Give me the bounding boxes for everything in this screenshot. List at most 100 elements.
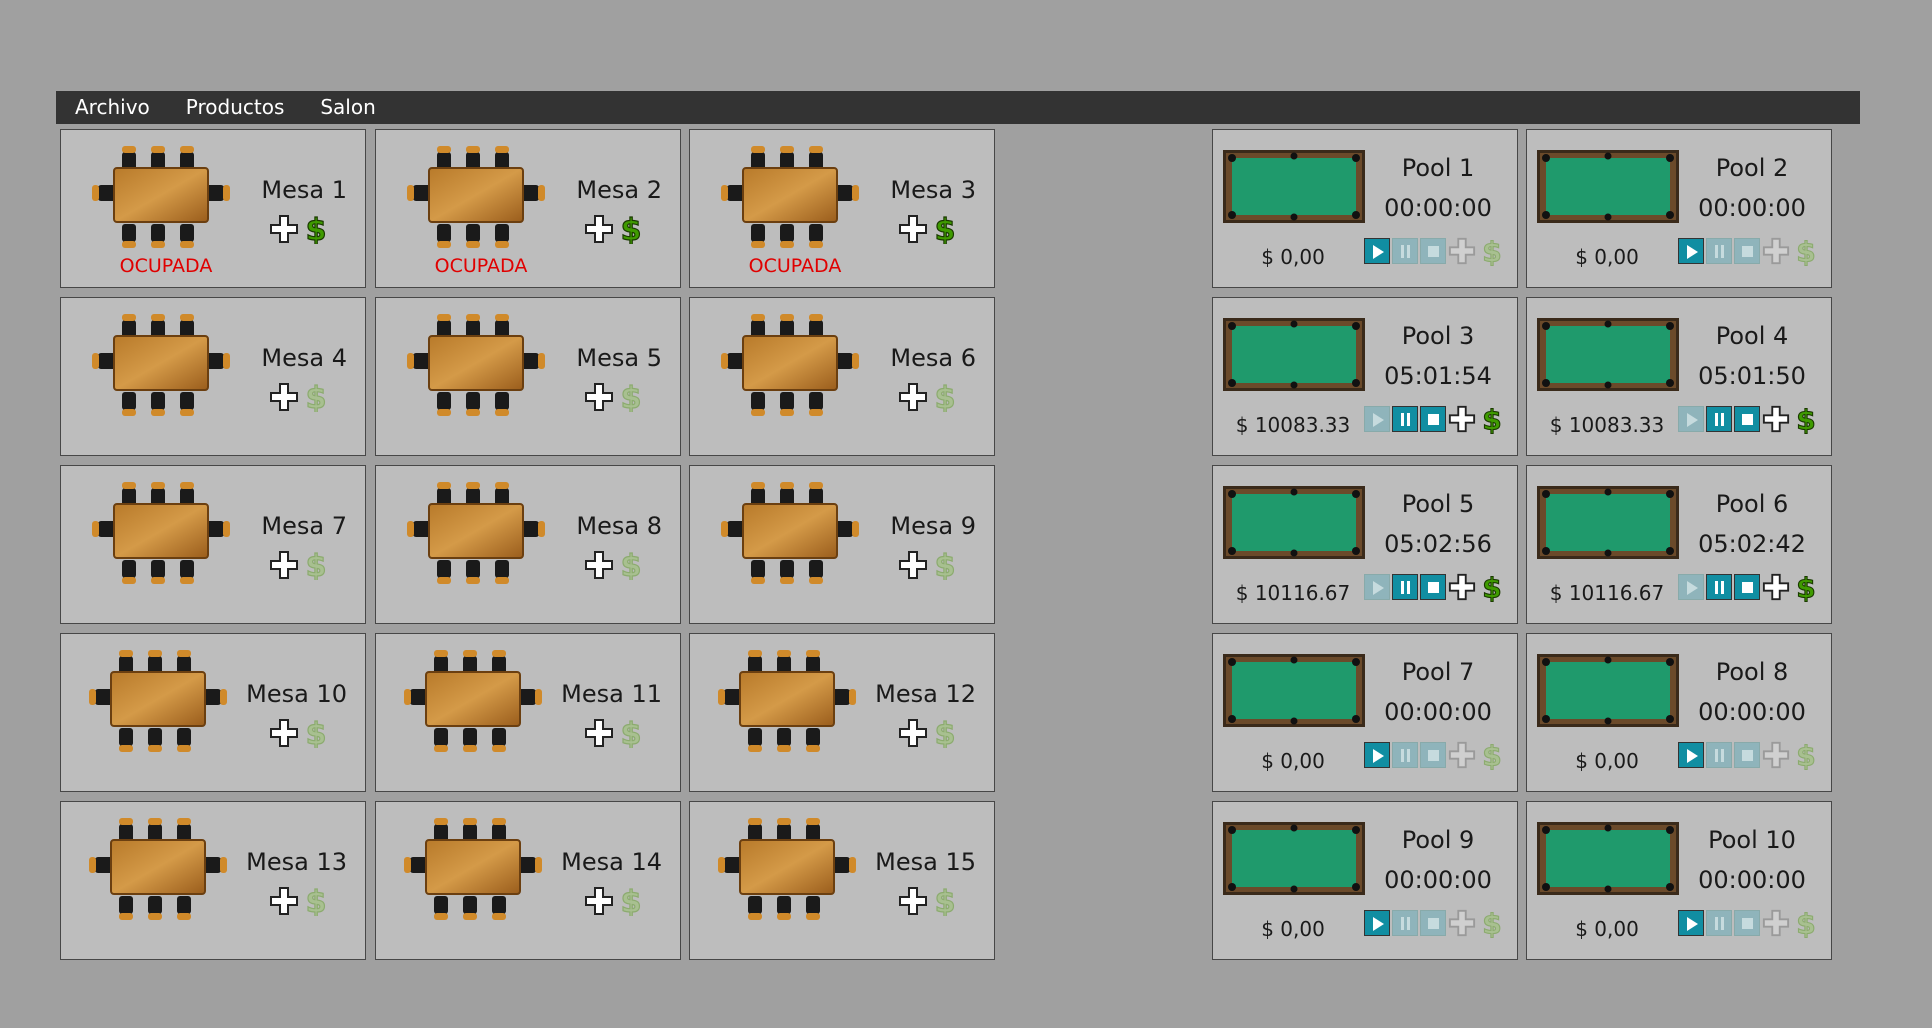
mesa-card-5[interactable]: Mesa 5 $ [375, 297, 681, 456]
plus-icon[interactable] [1448, 740, 1476, 770]
dollar-icon[interactable]: $ [930, 382, 960, 412]
stop-button[interactable] [1420, 406, 1446, 432]
mesa-card-14[interactable]: Mesa 14 $ [375, 801, 681, 960]
pause-button[interactable] [1706, 406, 1732, 432]
pool-card-4[interactable]: Pool 4 05:01:50 $ 10083.33 $ [1526, 297, 1832, 456]
mesa-card-7[interactable]: Mesa 7 $ [60, 465, 366, 624]
dollar-icon[interactable]: $ [301, 886, 331, 916]
plus-icon[interactable] [898, 718, 928, 748]
mesa-card-3[interactable]: Mesa 3 $ OCUPADA [689, 129, 995, 288]
dollar-icon[interactable]: $ [616, 214, 646, 244]
stop-button[interactable] [1734, 910, 1760, 936]
dollar-icon[interactable]: $ [1792, 740, 1820, 770]
play-button[interactable] [1364, 406, 1390, 432]
stop-button[interactable] [1734, 406, 1760, 432]
pool-card-3[interactable]: Pool 3 05:01:54 $ 10083.33 $ [1212, 297, 1518, 456]
dollar-icon[interactable]: $ [1792, 572, 1820, 602]
dollar-icon[interactable]: $ [301, 550, 331, 580]
stop-button[interactable] [1420, 910, 1446, 936]
plus-icon[interactable] [898, 886, 928, 916]
dollar-icon[interactable]: $ [616, 886, 646, 916]
pool-card-9[interactable]: Pool 9 00:00:00 $ 0,00 $ [1212, 801, 1518, 960]
plus-icon[interactable] [269, 718, 299, 748]
plus-icon[interactable] [898, 550, 928, 580]
mesa-card-4[interactable]: Mesa 4 $ [60, 297, 366, 456]
mesa-card-6[interactable]: Mesa 6 $ [689, 297, 995, 456]
mesa-card-12[interactable]: Mesa 12 $ [689, 633, 995, 792]
plus-icon[interactable] [898, 382, 928, 412]
dollar-icon[interactable]: $ [1478, 404, 1506, 434]
pool-card-6[interactable]: Pool 6 05:02:42 $ 10116.67 $ [1526, 465, 1832, 624]
mesa-card-2[interactable]: Mesa 2 $ OCUPADA [375, 129, 681, 288]
play-button[interactable] [1678, 406, 1704, 432]
plus-icon[interactable] [1448, 236, 1476, 266]
plus-icon[interactable] [1448, 908, 1476, 938]
dollar-icon[interactable]: $ [616, 550, 646, 580]
dollar-icon[interactable]: $ [301, 718, 331, 748]
pause-button[interactable] [1392, 406, 1418, 432]
dollar-icon[interactable]: $ [1478, 236, 1506, 266]
dollar-icon[interactable]: $ [301, 214, 331, 244]
mesa-card-11[interactable]: Mesa 11 $ [375, 633, 681, 792]
dollar-icon[interactable]: $ [616, 382, 646, 412]
pause-button[interactable] [1392, 238, 1418, 264]
play-button[interactable] [1678, 742, 1704, 768]
play-button[interactable] [1678, 238, 1704, 264]
plus-icon[interactable] [1448, 572, 1476, 602]
dollar-icon[interactable]: $ [930, 886, 960, 916]
pause-button[interactable] [1392, 742, 1418, 768]
mesa-card-13[interactable]: Mesa 13 $ [60, 801, 366, 960]
plus-icon[interactable] [269, 214, 299, 244]
plus-icon[interactable] [1762, 572, 1790, 602]
mesa-card-8[interactable]: Mesa 8 $ [375, 465, 681, 624]
dollar-icon[interactable]: $ [1792, 236, 1820, 266]
plus-icon[interactable] [269, 886, 299, 916]
plus-icon[interactable] [584, 382, 614, 412]
mesa-card-1[interactable]: Mesa 1 $ OCUPADA [60, 129, 366, 288]
mesa-card-10[interactable]: Mesa 10 $ [60, 633, 366, 792]
pause-button[interactable] [1706, 238, 1732, 264]
pool-card-1[interactable]: Pool 1 00:00:00 $ 0,00 $ [1212, 129, 1518, 288]
plus-icon[interactable] [1762, 740, 1790, 770]
plus-icon[interactable] [584, 718, 614, 748]
stop-button[interactable] [1734, 238, 1760, 264]
plus-icon[interactable] [1448, 404, 1476, 434]
plus-icon[interactable] [269, 550, 299, 580]
pause-button[interactable] [1706, 742, 1732, 768]
pause-button[interactable] [1392, 574, 1418, 600]
pause-button[interactable] [1392, 910, 1418, 936]
menu-productos[interactable]: Productos [168, 91, 303, 124]
plus-icon[interactable] [898, 214, 928, 244]
plus-icon[interactable] [584, 886, 614, 916]
pool-card-5[interactable]: Pool 5 05:02:56 $ 10116.67 $ [1212, 465, 1518, 624]
plus-icon[interactable] [584, 550, 614, 580]
pause-button[interactable] [1706, 910, 1732, 936]
mesa-card-9[interactable]: Mesa 9 $ [689, 465, 995, 624]
dollar-icon[interactable]: $ [301, 382, 331, 412]
plus-icon[interactable] [1762, 236, 1790, 266]
plus-icon[interactable] [584, 214, 614, 244]
pool-card-7[interactable]: Pool 7 00:00:00 $ 0,00 $ [1212, 633, 1518, 792]
plus-icon[interactable] [269, 382, 299, 412]
dollar-icon[interactable]: $ [930, 718, 960, 748]
play-button[interactable] [1678, 910, 1704, 936]
menu-salon[interactable]: Salon [302, 91, 393, 124]
dollar-icon[interactable]: $ [1792, 404, 1820, 434]
play-button[interactable] [1364, 574, 1390, 600]
play-button[interactable] [1678, 574, 1704, 600]
stop-button[interactable] [1734, 742, 1760, 768]
pool-card-8[interactable]: Pool 8 00:00:00 $ 0,00 $ [1526, 633, 1832, 792]
plus-icon[interactable] [1762, 404, 1790, 434]
play-button[interactable] [1364, 238, 1390, 264]
stop-button[interactable] [1420, 574, 1446, 600]
dollar-icon[interactable]: $ [1478, 572, 1506, 602]
pool-card-2[interactable]: Pool 2 00:00:00 $ 0,00 $ [1526, 129, 1832, 288]
stop-button[interactable] [1420, 742, 1446, 768]
dollar-icon[interactable]: $ [1478, 908, 1506, 938]
dollar-icon[interactable]: $ [1792, 908, 1820, 938]
dollar-icon[interactable]: $ [1478, 740, 1506, 770]
dollar-icon[interactable]: $ [930, 550, 960, 580]
dollar-icon[interactable]: $ [616, 718, 646, 748]
mesa-card-15[interactable]: Mesa 15 $ [689, 801, 995, 960]
plus-icon[interactable] [1762, 908, 1790, 938]
